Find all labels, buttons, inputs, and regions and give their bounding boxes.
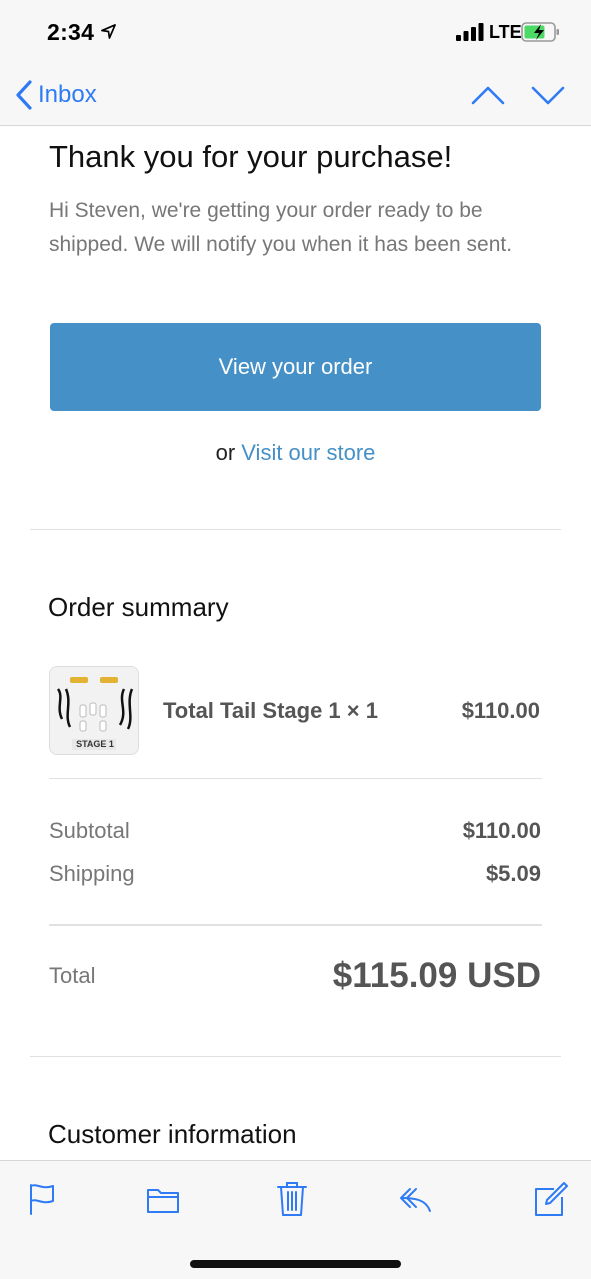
back-to-inbox-button[interactable]: Inbox — [14, 78, 97, 112]
total-divider — [49, 924, 542, 926]
status-time: 2:34 — [47, 19, 95, 45]
shipping-label: Shipping — [49, 861, 135, 886]
battery-charging-icon — [521, 22, 559, 42]
flag-icon[interactable] — [25, 1181, 59, 1217]
email-body[interactable]: Thank you for your purchase! Hi Steven, … — [0, 127, 591, 1160]
view-order-button[interactable]: View your order — [50, 323, 541, 411]
product-image-caption: STAGE 1 — [76, 739, 114, 749]
next-message-button[interactable] — [530, 80, 566, 110]
chevron-left-icon — [16, 80, 32, 110]
shipping-value: $5.09 — [485, 861, 541, 886]
cellular-signal-icon — [456, 23, 484, 41]
home-indicator[interactable] — [190, 1260, 401, 1268]
status-bar: 2:34 LTE — [0, 0, 591, 66]
trash-icon[interactable] — [275, 1181, 309, 1217]
network-label: LTE — [489, 22, 522, 42]
subtotal-value: $110.00 — [462, 818, 541, 843]
line-item-divider — [49, 778, 542, 779]
back-label: Inbox — [38, 81, 97, 108]
section-divider — [30, 1056, 561, 1057]
order-summary-heading: Order summary — [48, 592, 229, 622]
mail-screen: 2:34 LTE Inbox Thank you for your purcha… — [0, 0, 591, 1279]
visit-store-link[interactable]: Visit our store — [241, 440, 375, 465]
reply-icon[interactable] — [398, 1181, 432, 1217]
subtotal-label: Subtotal — [49, 818, 130, 843]
mail-nav-bar: Inbox — [0, 66, 591, 126]
email-title: Thank you for your purchase! — [49, 139, 453, 174]
product-name: Total Tail Stage 1 × 1 — [163, 698, 378, 723]
compose-icon[interactable] — [534, 1181, 568, 1217]
mail-toolbar — [0, 1160, 591, 1279]
store-link-line: or Visit our store — [0, 440, 591, 466]
section-divider — [30, 529, 561, 530]
or-text: or — [215, 440, 236, 465]
location-arrow-icon — [101, 24, 116, 39]
total-label: Total — [49, 963, 96, 988]
folder-icon[interactable] — [146, 1181, 180, 1217]
product-price: $110.00 — [461, 698, 540, 723]
previous-message-button[interactable] — [470, 80, 506, 110]
email-intro: Hi Steven, we're getting your order read… — [49, 199, 513, 256]
view-order-label: View your order — [218, 354, 373, 379]
product-thumbnail: STAGE 1 — [49, 666, 139, 755]
customer-info-heading: Customer information — [48, 1119, 297, 1149]
total-value: $115.09 USD — [332, 956, 541, 995]
